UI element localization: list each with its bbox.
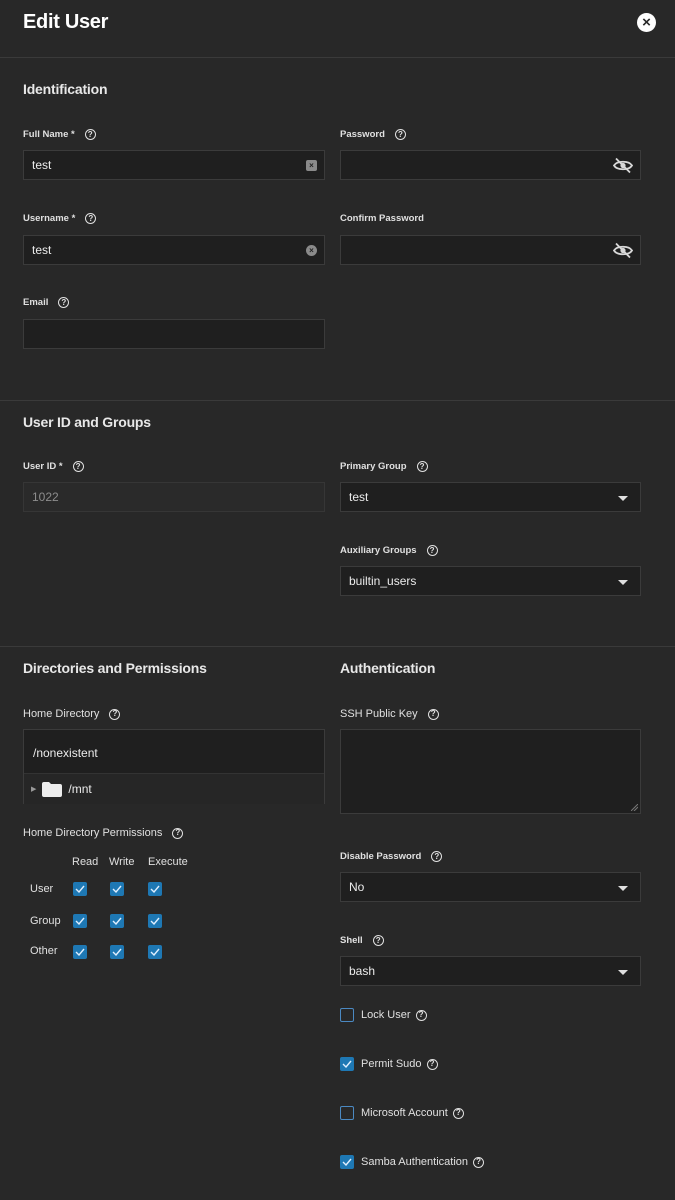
resize-handle-icon[interactable] — [631, 804, 638, 811]
check-icon — [75, 917, 85, 925]
email-label: Email ? — [23, 297, 70, 308]
help-icon[interactable]: ? — [427, 708, 439, 720]
perm-other-execute-checkbox[interactable] — [148, 945, 162, 959]
perm-group-write-checkbox[interactable] — [110, 914, 124, 928]
clear-icon[interactable]: × — [306, 160, 317, 171]
help-icon[interactable]: ? — [394, 129, 406, 140]
shell-select[interactable]: bash — [340, 956, 641, 986]
help-icon[interactable]: ? — [58, 297, 70, 308]
check-icon — [150, 948, 160, 956]
check-icon — [75, 885, 85, 893]
auxiliary-groups-select[interactable]: builtin_users — [340, 566, 641, 596]
check-icon — [112, 917, 122, 925]
section-divider — [0, 400, 675, 401]
perm-user-execute-checkbox[interactable] — [148, 882, 162, 896]
samba-authentication-checkbox[interactable] — [340, 1155, 354, 1169]
password-input[interactable] — [340, 150, 641, 180]
perm-other-write-checkbox[interactable] — [110, 945, 124, 959]
home-directory-explorer[interactable]: /nonexistent ▶ /mnt — [23, 729, 325, 804]
full-name-input[interactable]: test × — [23, 150, 325, 180]
close-icon: × — [642, 14, 651, 31]
section-divider — [0, 646, 675, 647]
perm-row-group: Group — [30, 915, 61, 927]
help-icon[interactable]: ? — [473, 1156, 485, 1168]
check-icon — [75, 948, 85, 956]
ssh-public-key-label: SSH Public Key ? — [340, 708, 439, 720]
header-divider — [0, 57, 675, 58]
check-icon — [112, 948, 122, 956]
perm-row-user: User — [30, 883, 54, 895]
expand-arrow-icon[interactable]: ▶ — [31, 785, 36, 793]
primary-group-select[interactable]: test — [340, 482, 641, 512]
username-label: Username * ? — [23, 213, 97, 224]
help-icon[interactable]: ? — [452, 1107, 464, 1119]
email-input[interactable] — [23, 319, 325, 349]
microsoft-account-checkbox-row[interactable]: Microsoft Account ? — [340, 1106, 464, 1120]
section-title-identification: Identification — [23, 81, 108, 97]
disable-password-label: Disable Password ? — [340, 851, 443, 862]
chevron-down-icon — [618, 970, 628, 975]
perm-group-read-checkbox[interactable] — [73, 914, 87, 928]
check-icon — [150, 885, 160, 893]
microsoft-account-checkbox[interactable] — [340, 1106, 354, 1120]
permit-sudo-checkbox-row[interactable]: Permit Sudo ? — [340, 1057, 438, 1071]
perm-user-read-checkbox[interactable] — [73, 882, 87, 896]
chevron-down-icon — [618, 580, 628, 585]
perm-col-read: Read — [72, 856, 99, 868]
shell-label: Shell ? — [340, 935, 384, 946]
help-icon[interactable]: ? — [172, 827, 184, 839]
username-input[interactable]: test × — [23, 235, 325, 265]
help-icon[interactable]: ? — [426, 1058, 438, 1070]
help-icon[interactable]: ? — [415, 1009, 427, 1021]
confirm-password-input[interactable] — [340, 235, 641, 265]
tree-node-mnt[interactable]: ▶ /mnt — [24, 774, 324, 804]
lock-user-checkbox[interactable] — [340, 1008, 354, 1022]
help-icon[interactable]: ? — [84, 129, 96, 140]
help-icon[interactable]: ? — [372, 935, 384, 946]
primary-group-label: Primary Group ? — [340, 461, 428, 472]
disable-password-select[interactable]: No — [340, 872, 641, 902]
clear-icon[interactable]: × — [306, 245, 317, 256]
home-directory-label: Home Directory ? — [23, 708, 121, 720]
ssh-public-key-textarea[interactable] — [340, 729, 641, 814]
user-id-label: User ID * ? — [23, 461, 84, 472]
lock-user-checkbox-row[interactable]: Lock User ? — [340, 1008, 427, 1022]
eye-off-icon[interactable] — [613, 242, 633, 259]
help-icon[interactable]: ? — [431, 851, 443, 862]
section-title-authentication: Authentication — [340, 660, 436, 676]
perm-user-write-checkbox[interactable] — [110, 882, 124, 896]
check-icon — [150, 917, 160, 925]
confirm-password-label: Confirm Password — [340, 213, 424, 224]
full-name-label: Full Name * ? — [23, 129, 96, 140]
chevron-down-icon — [618, 886, 628, 891]
help-icon[interactable]: ? — [426, 545, 438, 556]
password-label: Password ? — [340, 129, 406, 140]
section-title-directories: Directories and Permissions — [23, 660, 207, 676]
eye-off-icon[interactable] — [613, 157, 633, 174]
home-directory-permissions-label: Home Directory Permissions ? — [23, 827, 184, 839]
perm-row-other: Other — [30, 945, 58, 957]
tree-node-label: /mnt — [68, 782, 92, 796]
perm-col-write: Write — [109, 856, 135, 868]
check-icon — [342, 1060, 352, 1068]
dialog-title: Edit User — [23, 11, 109, 33]
help-icon[interactable]: ? — [416, 461, 428, 472]
home-directory-path[interactable]: /nonexistent — [33, 746, 98, 760]
perm-col-execute: Execute — [148, 856, 188, 868]
auxiliary-groups-label: Auxiliary Groups ? — [340, 545, 438, 556]
close-button[interactable]: × — [637, 13, 656, 32]
section-title-user-id-groups: User ID and Groups — [23, 414, 151, 430]
check-icon — [342, 1158, 352, 1166]
help-icon[interactable]: ? — [85, 213, 97, 224]
samba-authentication-checkbox-row[interactable]: Samba Authentication ? — [340, 1155, 485, 1169]
user-id-input: 1022 — [23, 482, 325, 512]
perm-other-read-checkbox[interactable] — [73, 945, 87, 959]
chevron-down-icon — [618, 496, 628, 501]
folder-icon — [42, 781, 63, 797]
perm-group-execute-checkbox[interactable] — [148, 914, 162, 928]
check-icon — [112, 885, 122, 893]
help-icon[interactable]: ? — [109, 708, 121, 720]
permit-sudo-checkbox[interactable] — [340, 1057, 354, 1071]
help-icon[interactable]: ? — [72, 461, 84, 472]
